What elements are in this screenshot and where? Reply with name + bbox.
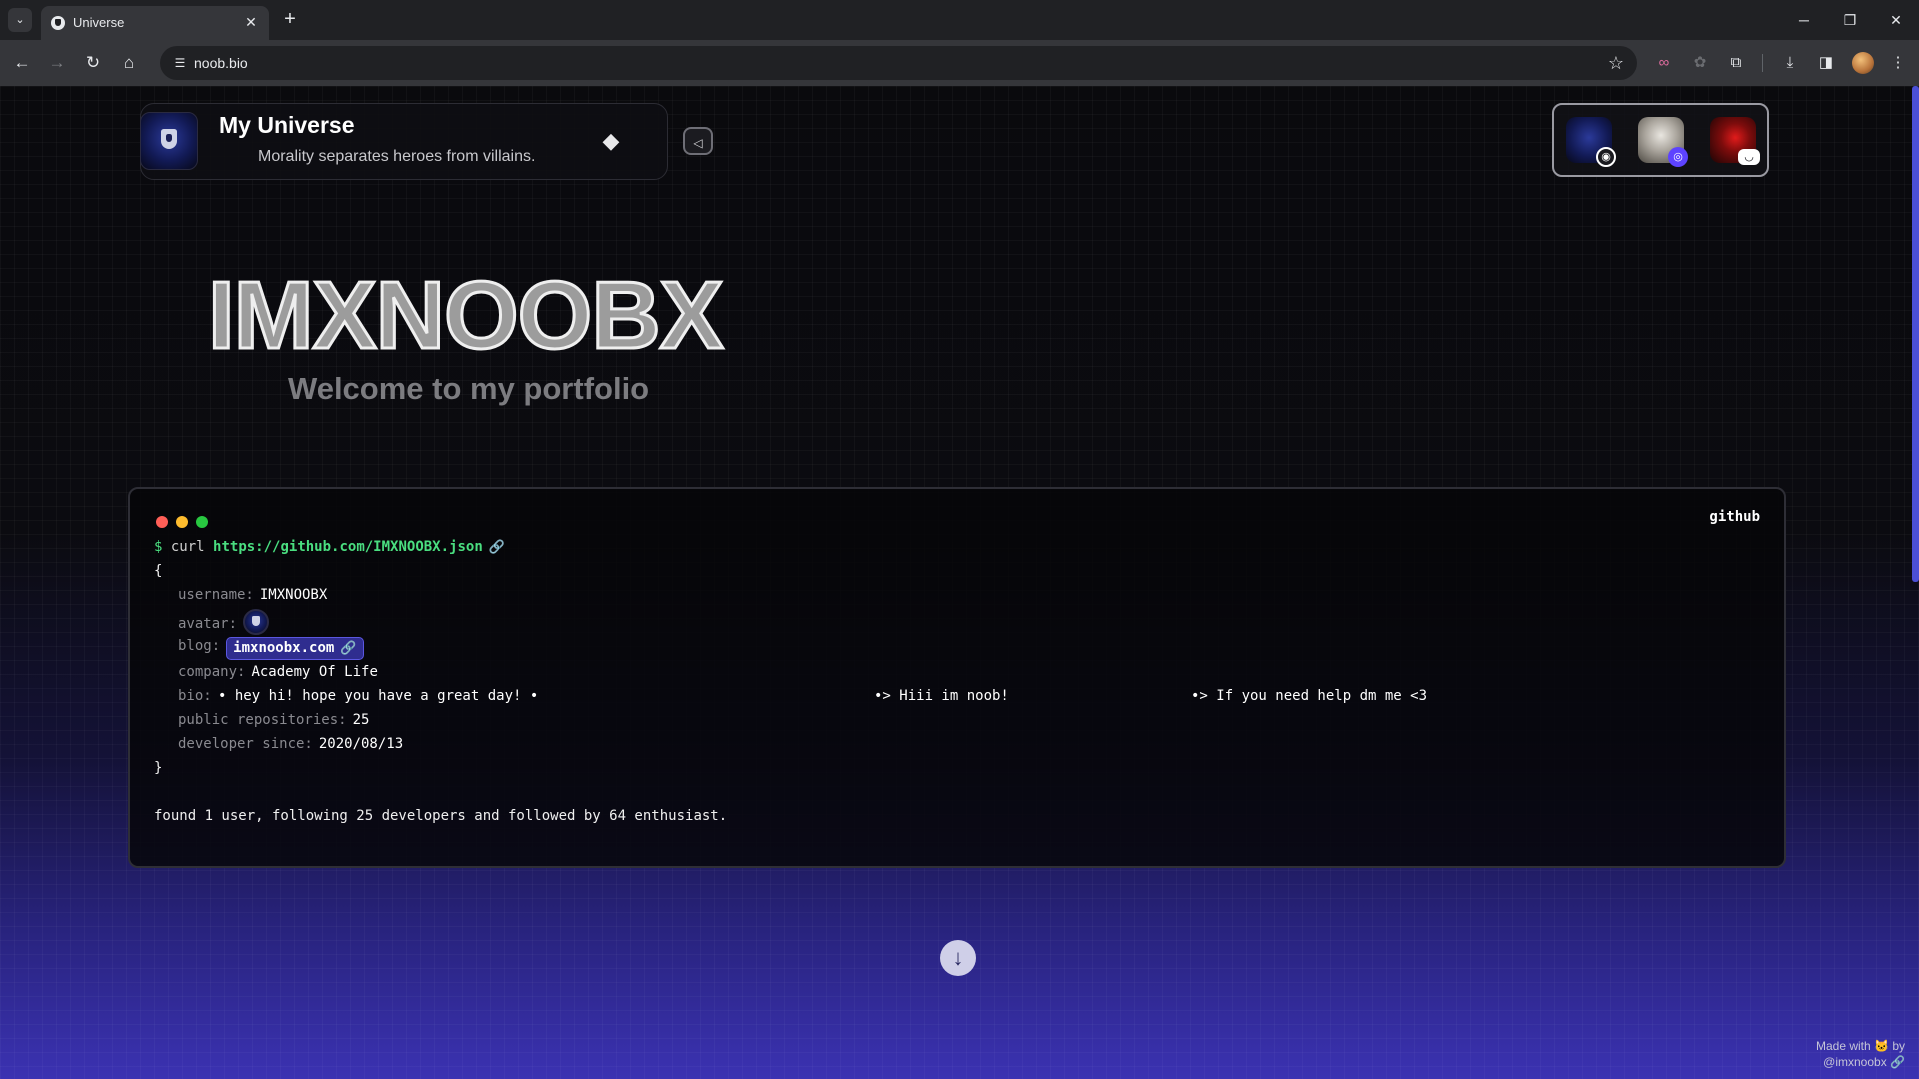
close-brace: } (154, 760, 163, 776)
blog-link-text: imxnoobx.com (233, 640, 335, 656)
tab-title: Universe (73, 15, 125, 30)
discord-profile-link[interactable]: ◡ (1710, 117, 1760, 165)
author-line[interactable]: @imxnoobx 🔗 (1816, 1054, 1905, 1070)
bio-key: bio: (178, 688, 212, 704)
since-value: 2020/08/13 (318, 736, 404, 752)
open-brace: { (154, 563, 163, 579)
company-value: Academy Of Life (251, 664, 378, 680)
company-key: company: (178, 664, 246, 680)
close-tab-icon[interactable]: ✕ (241, 12, 261, 32)
made-with-by: by (1892, 1039, 1905, 1053)
user-avatar-thumbnail[interactable] (243, 609, 270, 635)
repos-value: 25 (352, 712, 370, 728)
github-icon: ◉ (1596, 147, 1616, 167)
site-info-icon[interactable]: ☰ (170, 53, 190, 73)
shield-icon (161, 129, 177, 149)
terminal-maximize-dot (196, 516, 208, 528)
address-bar[interactable]: ☰ noob.bio ☆ (160, 46, 1637, 80)
blog-link[interactable]: imxnoobx.com 🔗 (226, 637, 364, 660)
home-icon[interactable]: ⌂ (115, 49, 143, 77)
terminal-label: github (1709, 509, 1760, 525)
bio-line-2: •> Hiii im noob! (874, 688, 1009, 704)
discord-icon: ◡ (1738, 149, 1760, 165)
minimize-window-button[interactable]: ─ (1781, 6, 1827, 34)
command-line: $ curl https://github.com/IMXNOOBX.json 🔗 (154, 539, 505, 555)
made-with-credit: Made with 🐱 by @imxnoobx 🔗 (1816, 1038, 1905, 1070)
blog-link-icon: 🔗 (340, 641, 357, 656)
made-with-prefix: Made with (1815, 1039, 1871, 1053)
site-logo-avatar[interactable] (140, 112, 198, 170)
browser-tab[interactable]: Universe ✕ (41, 6, 269, 40)
maximize-window-button[interactable]: ❐ (1827, 6, 1873, 34)
close-window-button[interactable]: ✕ (1873, 6, 1919, 34)
new-tab-button[interactable]: + (278, 8, 302, 32)
bookmark-star-icon[interactable]: ☆ (1605, 52, 1627, 74)
profile-badge-icon: ◎ (1668, 147, 1688, 167)
site-tagline: Morality separates heroes from villains. (258, 148, 536, 165)
back-arrow-icon[interactable]: ← (8, 49, 36, 77)
collapse-button[interactable]: ◁ (683, 127, 713, 155)
since-key: developer since: (178, 736, 313, 752)
side-panel-icon[interactable]: ◨ (1814, 51, 1838, 75)
since-row: developer since: 2020/08/13 (178, 736, 403, 752)
cat-emoji-icon: 🐱 (1874, 1039, 1889, 1053)
repos-row: public repositories: 25 (178, 712, 369, 728)
reload-icon[interactable]: ↻ (79, 49, 107, 77)
github-json-link[interactable]: https://github.com/IMXNOOBX.json (213, 539, 483, 555)
username-key: username: (178, 587, 254, 603)
profile-avatar[interactable] (1852, 52, 1874, 74)
username-row: username: IMXNOOBX (178, 587, 327, 603)
bio-line-3: •> If you need help dm me <3 (1191, 688, 1428, 704)
repos-key: public repositories: (178, 712, 347, 728)
prompt-symbol: $ (154, 539, 163, 555)
terminal-minimize-dot (176, 516, 188, 528)
github-profile-link[interactable]: ◉ (1566, 117, 1616, 167)
blog-key: blog: (178, 638, 221, 654)
extension-disabled-icon[interactable]: ✿ (1688, 51, 1712, 75)
scroll-down-arrow-icon[interactable]: ↓ (940, 940, 976, 976)
scrollbar-thumb[interactable] (1912, 86, 1919, 582)
extensions-puzzle-icon[interactable]: ⧉ (1724, 51, 1748, 75)
forward-arrow-icon[interactable]: → (43, 49, 71, 77)
bio-line-1: • hey hi! hope you have a great day! • (218, 688, 539, 704)
company-row: company: Academy Of Life (178, 664, 378, 680)
url-text[interactable]: noob.bio (194, 55, 248, 71)
avatar-row: avatar: (178, 609, 270, 637)
blog-row: blog: imxnoobx.com 🔗 (178, 635, 364, 660)
made-with-line: Made with 🐱 by (1816, 1038, 1905, 1054)
summary-line: found 1 user, following 25 developers an… (154, 808, 728, 824)
extension-glasses-icon[interactable]: ∞ (1652, 51, 1676, 75)
avatar-key: avatar: (178, 616, 238, 632)
social-links-card: ◉ ◎ ◡ (1552, 103, 1769, 177)
command-name: curl (170, 539, 205, 555)
downloads-icon[interactable]: ⤓ (1778, 51, 1802, 75)
bio-row: bio: • hey hi! hope you have a great day… (178, 688, 1738, 704)
author-link-icon[interactable]: 🔗 (1890, 1055, 1905, 1069)
hero-subtitle: Welcome to my portfolio (288, 371, 650, 406)
site-title: My Universe (219, 112, 355, 138)
toolbar-divider (1762, 54, 1763, 72)
browser-tab-bar: ⌄ Universe ✕ + ─ ❐ ✕ (0, 0, 1919, 40)
site-header-card: My Universe Morality separates heroes fr… (140, 103, 668, 180)
author-handle[interactable]: @imxnoobx (1823, 1055, 1887, 1069)
browser-menu-icon[interactable]: ⋮ (1886, 51, 1910, 75)
theme-toggle-icon[interactable]: ◆ (599, 129, 623, 153)
github-terminal-card: github $ curl https://github.com/IMXNOOB… (128, 487, 1786, 868)
browser-toolbar: ← → ↻ ⌂ ☰ noob.bio ☆ ∞ ✿ ⧉ ⤓ ◨ ⋮ (0, 40, 1919, 86)
hero-name: IMXNOOBX (207, 262, 726, 369)
link-icon[interactable]: 🔗 (489, 540, 505, 555)
terminal-close-dot (156, 516, 168, 528)
tab-search-button[interactable]: ⌄ (8, 8, 32, 32)
profile-link[interactable]: ◎ (1638, 117, 1688, 167)
page-viewport: My Universe Morality separates heroes fr… (0, 86, 1919, 1079)
username-value: IMXNOOBX (259, 587, 328, 603)
tab-favicon-icon (51, 16, 65, 30)
